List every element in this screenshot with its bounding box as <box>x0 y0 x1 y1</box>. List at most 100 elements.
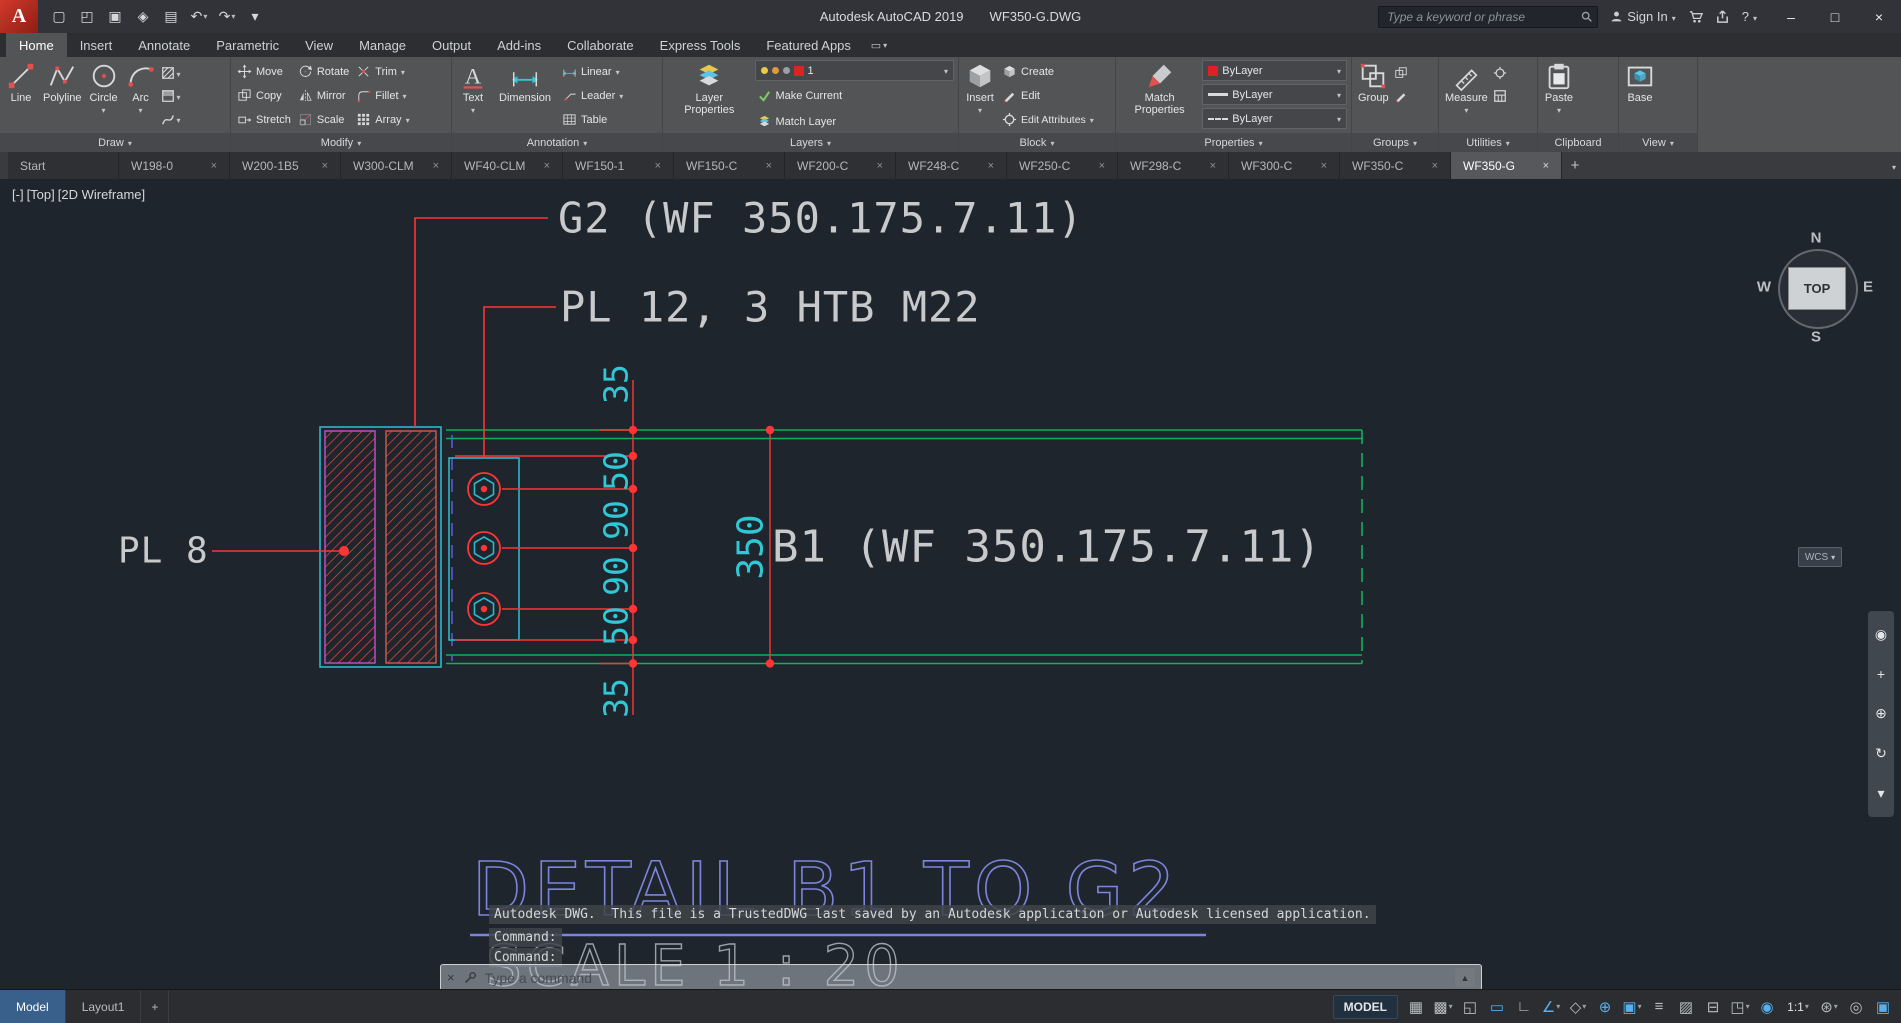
scale-button[interactable]: Scale <box>296 108 351 131</box>
save-icon[interactable]: ▣ <box>102 5 128 29</box>
new-layout-button[interactable]: + <box>141 990 170 1023</box>
redo-icon[interactable]: ↷ ▾ <box>214 5 240 29</box>
file-tab-wf250-c[interactable]: WF250-C × <box>1007 152 1118 179</box>
dim-text-50-bottom[interactable]: 50 <box>597 606 636 646</box>
measure-button[interactable]: Measure <box>1443 60 1490 117</box>
overall-dimension[interactable]: 350 <box>731 425 775 668</box>
mirror-button[interactable]: Mirror <box>296 84 351 107</box>
isometric-drafting-icon[interactable]: ◇ ▾ <box>1565 995 1591 1019</box>
selection-cycling-icon[interactable]: ⊟ <box>1700 995 1726 1019</box>
layout1-tab[interactable]: Layout1 <box>66 990 142 1023</box>
dim-text-350[interactable]: 350 <box>731 514 772 579</box>
compass-west[interactable]: W <box>1757 279 1771 296</box>
command-customize-icon[interactable] <box>463 971 477 985</box>
file-tab-wf298-c[interactable]: WF298-C × <box>1118 152 1229 179</box>
close-tab-icon[interactable]: × <box>433 160 439 172</box>
linear-button[interactable]: Linear <box>560 60 625 83</box>
text-button[interactable]: Text <box>456 60 490 117</box>
array-button[interactable]: Array <box>354 108 411 131</box>
dim-text-50-top[interactable]: 50 <box>597 451 636 491</box>
pl8-label[interactable]: PL 8 <box>118 531 209 572</box>
make-current-button[interactable]: Make Current <box>755 84 954 107</box>
file-tab-w300-clm[interactable]: W300-CLM × <box>341 152 452 179</box>
ribbon-tab-parametric[interactable]: Parametric <box>203 33 292 57</box>
close-tab-icon[interactable]: × <box>766 160 772 172</box>
trim-button[interactable]: Trim <box>354 60 411 83</box>
orbit-icon[interactable]: ↻ <box>1875 739 1887 769</box>
g2-label[interactable]: G2 (WF 350.175.7.11) <box>558 194 1084 243</box>
block-panel-title[interactable]: Block <box>959 133 1115 152</box>
b1-label[interactable]: B1 (WF 350.175.7.11) <box>772 522 1322 573</box>
ribbon-tab-collaborate[interactable]: Collaborate <box>554 33 647 57</box>
command-close-icon[interactable]: × <box>447 970 455 985</box>
file-tab-wf150-c[interactable]: WF150-C × <box>674 152 785 179</box>
id-point-button[interactable] <box>1493 62 1507 83</box>
spline-button[interactable] <box>161 108 181 129</box>
line-button[interactable]: Line <box>4 60 38 105</box>
command-history-toggle[interactable]: ▲ <box>1455 968 1475 987</box>
modify-panel-title[interactable]: Modify <box>231 133 451 152</box>
open-file-icon[interactable]: ◰ <box>74 5 100 29</box>
close-tab-icon[interactable]: × <box>1432 160 1438 172</box>
close-button[interactable]: × <box>1857 0 1901 33</box>
compass-north[interactable]: N <box>1811 230 1822 247</box>
arc-button[interactable]: Arc <box>124 60 158 117</box>
pl12-label[interactable]: PL 12, 3 HTB M22 <box>560 283 981 332</box>
file-tab-wf350-g[interactable]: WF350-G × <box>1451 152 1562 179</box>
dim-text-35-bottom[interactable]: 35 <box>597 678 636 718</box>
dimension-chain[interactable]: 35 50 90 90 50 35 <box>455 364 638 718</box>
group-button[interactable]: Group <box>1356 60 1391 105</box>
copy-button[interactable]: Copy <box>235 84 293 107</box>
circle-button[interactable]: Circle <box>87 60 121 117</box>
layer-combo[interactable]: 1 <box>754 60 954 81</box>
model-space-canvas[interactable]: 35 50 90 90 50 35 350 G2 (WF 350.175.7.1… <box>0 179 1901 989</box>
create-block-button[interactable]: Create <box>1000 60 1096 83</box>
transparency-icon[interactable]: ▨ <box>1673 995 1699 1019</box>
undo-icon[interactable]: ↶ ▾ <box>186 5 212 29</box>
search-input[interactable] <box>1378 5 1599 28</box>
annotation-scale[interactable]: 1:1 ▾ <box>1781 995 1815 1019</box>
ungroup-button[interactable] <box>1394 62 1408 83</box>
match-layer-button[interactable]: Match Layer <box>755 110 954 133</box>
edit-block-button[interactable]: Edit <box>1000 84 1096 107</box>
dynamic-input-icon[interactable]: ▭ <box>1484 995 1510 1019</box>
gradient-button[interactable] <box>161 85 181 106</box>
drawing-view[interactable]: 35 50 90 90 50 35 350 G2 (WF 350.175.7.1… <box>0 179 1901 989</box>
file-tab-wf150-1[interactable]: WF150-1 × <box>563 152 674 179</box>
draw-panel-title[interactable]: Draw <box>0 133 230 152</box>
file-tab-wf350-c[interactable]: WF350-C × <box>1340 152 1451 179</box>
bolt-2[interactable] <box>467 531 501 565</box>
polyline-button[interactable]: Polyline <box>41 60 84 105</box>
view-cube[interactable]: N W E S TOP <box>1756 227 1876 347</box>
edit-attributes-button[interactable]: Edit Attributes <box>1000 108 1096 131</box>
workspace-switching-icon[interactable]: ⊛ ▾ <box>1816 995 1842 1019</box>
app-store-button[interactable] <box>1688 9 1703 24</box>
ribbon-tab-add-ins[interactable]: Add-ins <box>484 33 554 57</box>
navbar-more-icon[interactable]: ▾ <box>1877 778 1884 808</box>
table-button[interactable]: Table <box>560 108 625 131</box>
file-tab-wf40-clm[interactable]: WF40-CLM × <box>452 152 563 179</box>
hatch-button[interactable] <box>161 62 181 83</box>
close-tab-icon[interactable]: × <box>1543 160 1549 172</box>
base-button[interactable]: Base <box>1623 60 1657 105</box>
clean-screen-icon[interactable]: ▣ <box>1870 995 1896 1019</box>
ortho-mode-icon[interactable]: ∟ <box>1511 995 1537 1019</box>
dim-text-90-b[interactable]: 90 <box>597 556 636 596</box>
close-tab-icon[interactable]: × <box>211 160 217 172</box>
qat-customize-icon[interactable]: ▾ <box>242 5 268 29</box>
file-tab-wf248-c[interactable]: WF248-C × <box>896 152 1007 179</box>
close-tab-icon[interactable]: × <box>322 160 328 172</box>
lineweight-combo[interactable]: ByLayer <box>1202 84 1347 105</box>
leader-g2[interactable] <box>414 217 548 427</box>
group-edit-button[interactable] <box>1394 85 1408 106</box>
command-bar[interactable]: × Type a command ▲ <box>440 964 1482 989</box>
ribbon-tab-output[interactable]: Output <box>419 33 484 57</box>
file-tab-wf200-c[interactable]: WF200-C × <box>785 152 896 179</box>
polar-tracking-icon[interactable]: ∠ ▾ <box>1538 995 1564 1019</box>
paste-button[interactable]: Paste <box>1542 60 1576 117</box>
close-tab-icon[interactable]: × <box>1099 160 1105 172</box>
file-tab-start[interactable]: Start <box>8 152 119 179</box>
layer-properties-button[interactable]: Layer Properties <box>667 60 752 117</box>
close-tab-icon[interactable]: × <box>544 160 550 172</box>
dim-text-90-a[interactable]: 90 <box>597 500 636 540</box>
